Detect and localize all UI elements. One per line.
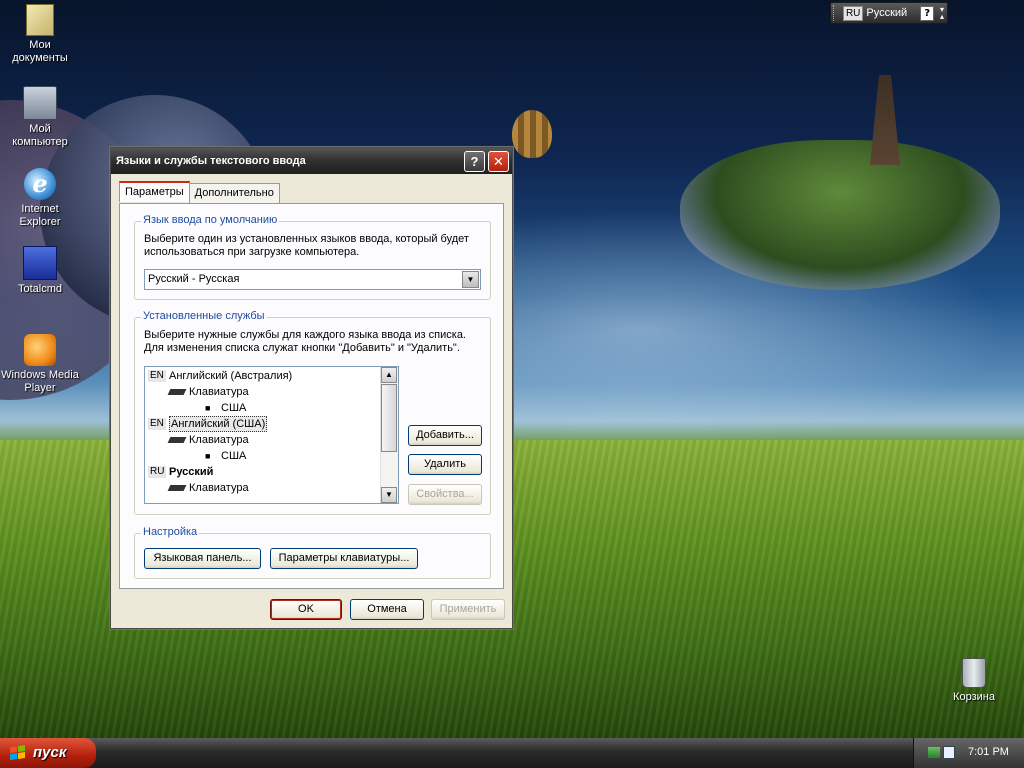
desktop-icon-label: Internet Explorer — [19, 203, 61, 228]
scroll-thumb[interactable] — [381, 384, 397, 452]
windows-logo-icon — [10, 744, 26, 762]
service-label: Клавиатура — [189, 434, 249, 446]
language-label: Английский (Австралия) — [169, 370, 293, 382]
chevron-down-icon[interactable]: ▼ — [462, 271, 479, 288]
tab-strip: Параметры Дополнительно — [119, 181, 280, 204]
my-computer-icon — [23, 86, 57, 120]
tab-panel: Язык ввода по умолчанию Выберите один из… — [119, 203, 504, 589]
ok-button[interactable]: OK — [270, 599, 342, 620]
dropdown-value: Русский - Русская — [148, 273, 240, 285]
layout-label: США — [221, 402, 247, 414]
add-button[interactable]: Добавить... — [408, 425, 482, 446]
system-tray: 7:01 PM — [913, 738, 1024, 768]
dialog-title: Языки и службы текстового ввода — [116, 155, 306, 167]
language-label: Русский — [169, 466, 214, 478]
services-tree[interactable]: EN Английский (Австралия) Клавиатура ■ С… — [144, 366, 399, 504]
key-settings-button[interactable]: Параметры клавиатуры... — [270, 548, 418, 569]
tab-settings[interactable]: Параметры — [119, 181, 190, 202]
tab-advanced[interactable]: Дополнительно — [188, 183, 280, 204]
language-bar-button[interactable]: Языковая панель... — [144, 548, 261, 569]
wallpaper-island — [680, 140, 1000, 290]
desktop-icon-windows-media-player[interactable]: Windows Media Player — [0, 334, 80, 395]
default-language-group: Язык ввода по умолчанию Выберите один из… — [134, 214, 491, 300]
group-legend: Язык ввода по умолчанию — [141, 214, 280, 226]
group-description: Выберите нужные службы для каждого языка… — [144, 329, 466, 354]
taskbar: пуск 7:01 PM — [0, 738, 1024, 768]
settings-group: Настройка Языковая панель... Параметры к… — [134, 526, 491, 579]
my-documents-icon — [26, 4, 54, 36]
keyboard-icon — [167, 437, 187, 443]
cancel-button[interactable]: Отмена — [350, 599, 424, 620]
floppy-disk-icon — [23, 246, 57, 280]
desktop-icon-totalcmd[interactable]: Totalcmd — [0, 246, 80, 296]
language-name[interactable]: Русский — [866, 7, 907, 19]
desktop-icon-label: Мой компьютер — [12, 123, 68, 148]
recycle-bin-icon — [962, 658, 986, 688]
desktop-icon-label: Totalcmd — [17, 283, 63, 295]
language-bar[interactable]: RU Русский ? ▾ ▴ — [830, 2, 948, 24]
desktop-icon-label: Корзина — [953, 691, 995, 703]
group-legend: Настройка — [141, 526, 200, 538]
desktop-icon-label: Мои документы — [12, 39, 68, 64]
wallpaper-balloon — [512, 110, 552, 158]
default-language-dropdown[interactable]: Русский - Русская ▼ — [144, 269, 481, 290]
options-menu-icon[interactable]: ▾ ▴ — [937, 6, 947, 21]
language-code[interactable]: RU — [842, 5, 864, 21]
language-code: EN — [148, 418, 166, 430]
group-description: Выберите один из установленных языков вв… — [144, 233, 469, 258]
start-label: пуск — [33, 744, 67, 761]
safely-remove-hardware-icon[interactable] — [928, 747, 940, 758]
desktop-icon-recycle-bin[interactable]: Корзина — [934, 658, 1014, 704]
clock[interactable]: 7:01 PM — [968, 746, 1009, 758]
group-legend: Установленные службы — [141, 310, 267, 322]
desktop-icon-label: Windows Media Player — [1, 369, 79, 394]
internet-explorer-icon: e — [24, 168, 56, 200]
vertical-scrollbar[interactable]: ▲ ▼ — [380, 367, 398, 503]
bullet-icon: ■ — [205, 403, 211, 413]
desktop-icon-internet-explorer[interactable]: e Internet Explorer — [0, 168, 80, 229]
wallpaper-windmill — [870, 75, 900, 165]
media-player-icon — [24, 334, 56, 366]
start-button[interactable]: пуск — [0, 738, 96, 768]
service-label: Клавиатура — [189, 482, 249, 494]
installed-services-group: Установленные службы Выберите нужные слу… — [134, 310, 491, 515]
title-bar[interactable]: Языки и службы текстового ввода ? ✕ — [111, 148, 512, 174]
bullet-icon: ■ — [205, 451, 211, 461]
service-label: Клавиатура — [189, 386, 249, 398]
help-icon[interactable]: ? — [920, 5, 935, 21]
remove-button[interactable]: Удалить — [408, 454, 482, 475]
grip-handle[interactable] — [833, 5, 840, 21]
language-code: EN — [148, 370, 166, 382]
scroll-down-icon[interactable]: ▼ — [381, 487, 397, 503]
language-code: RU — [148, 466, 167, 478]
keyboard-icon — [167, 389, 187, 395]
scroll-up-icon[interactable]: ▲ — [381, 367, 397, 383]
desktop-icon-my-documents[interactable]: Мои документы — [0, 4, 80, 65]
help-button[interactable]: ? — [464, 151, 485, 172]
language-label: Английский (США) — [169, 416, 268, 432]
keyboard-icon — [167, 485, 187, 491]
apply-button[interactable]: Применить — [431, 599, 505, 620]
text-services-dialog: Языки и службы текстового ввода ? ✕ Пара… — [110, 147, 513, 629]
layout-label: США — [221, 450, 247, 462]
network-icon[interactable] — [943, 746, 955, 759]
close-button[interactable]: ✕ — [488, 151, 509, 172]
properties-button[interactable]: Свойства... — [408, 484, 482, 505]
desktop-icon-my-computer[interactable]: Мой компьютер — [0, 86, 80, 149]
